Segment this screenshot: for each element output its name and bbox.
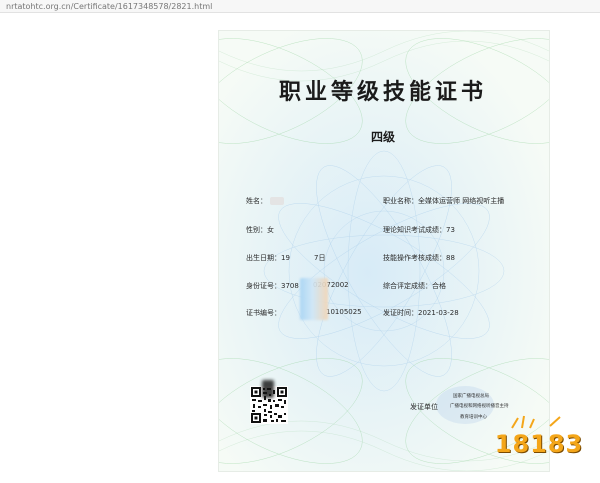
address-bar[interactable]: nrtatohtc.org.cn/Certificate/1617348578/…: [0, 0, 600, 13]
field-occupation-value: 全媒体运营师 网络视听主播: [418, 197, 505, 205]
field-id-number-label: 身份证号：: [246, 282, 281, 290]
field-cert-number-label: 证书编号：: [246, 309, 281, 317]
certificate-level: 四级: [370, 130, 395, 144]
field-occupation: 职业名称：全媒体运营师 网络视听主播: [383, 196, 504, 206]
field-theory-score-label: 理论知识考试成绩：: [383, 226, 446, 234]
field-issue-date: 发证时间：2021-03-28: [383, 308, 459, 318]
field-theory-score: 理论知识考试成绩：73: [383, 225, 455, 235]
redaction-blob: [300, 278, 328, 320]
field-name: 姓名：: [246, 196, 267, 206]
field-gender: 性别：女: [246, 225, 274, 235]
field-issue-date-label: 发证时间：: [383, 309, 418, 317]
field-id-number: 身份证号：3708: [246, 281, 299, 291]
field-overall-result: 综合评定成绩：合格: [383, 281, 446, 291]
field-birthdate-value: 19: [281, 254, 290, 262]
watermark-text: 18183: [494, 430, 584, 458]
field-gender-value: 女: [267, 226, 274, 234]
issuer-org-3: 教育培训中心: [460, 415, 487, 420]
field-overall-result-value: 合格: [432, 282, 446, 290]
field-id-number-value: 3708: [281, 282, 299, 290]
site-watermark-logo: 18183: [494, 414, 584, 464]
field-cert-number: 证书编号：: [246, 308, 281, 318]
issuer-org-2: 广播电视和网络视听播音主持: [450, 404, 509, 409]
field-name-label: 姓名：: [246, 197, 267, 205]
field-skill-score-label: 技能操作考核成绩：: [383, 254, 446, 262]
field-occupation-label: 职业名称：: [383, 197, 418, 205]
issuer-org-1: 国家广播电视总局: [453, 394, 489, 399]
field-theory-score-value: 73: [446, 226, 455, 234]
field-skill-score: 技能操作考核成绩：88: [383, 253, 455, 263]
qr-redaction: [262, 380, 274, 398]
field-birthdate-tail: 7日: [314, 254, 326, 262]
field-birthdate-label: 出生日期：: [246, 254, 281, 262]
field-overall-result-label: 综合评定成绩：: [383, 282, 432, 290]
field-birthdate: 出生日期：19: [246, 253, 290, 263]
field-gender-label: 性别：: [246, 226, 267, 234]
field-issue-date-value: 2021-03-28: [418, 309, 459, 317]
certificate-title: 职业等级技能证书: [278, 79, 487, 105]
issuer-label: 发证单位: [410, 403, 438, 411]
redaction-mark: [270, 197, 284, 205]
url-text: nrtatohtc.org.cn/Certificate/1617348578/…: [6, 2, 213, 11]
field-skill-score-value: 88: [446, 254, 455, 262]
field-cert-number-tail: 10105025: [326, 308, 362, 316]
